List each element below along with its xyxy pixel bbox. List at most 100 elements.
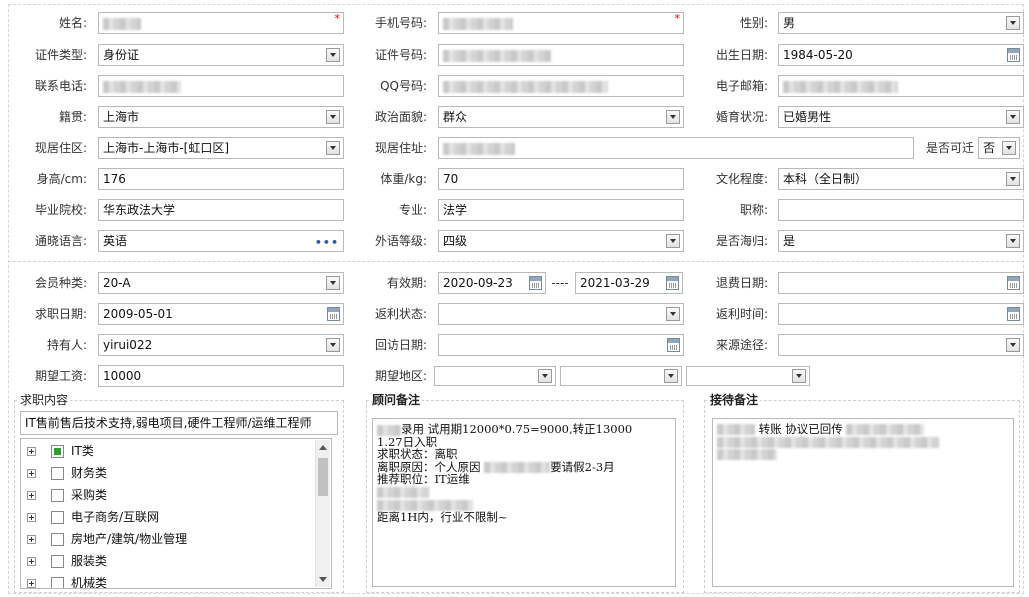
education-select[interactable]: 本科（全日制） (778, 168, 1024, 190)
address-input[interactable] (438, 137, 914, 159)
overseas-select[interactable]: 是 (778, 230, 1024, 252)
dropdown-arrow-icon[interactable] (326, 338, 340, 352)
expand-plus-icon[interactable] (27, 513, 36, 522)
dropdown-arrow-icon[interactable] (666, 234, 680, 248)
rebate-status-label: 返利状态: (374, 307, 427, 321)
relocate-label: 是否可迁 (925, 141, 974, 155)
rebate-time-input[interactable] (778, 303, 1024, 325)
mobile-input[interactable]: * (438, 12, 684, 34)
dropdown-arrow-icon[interactable] (666, 307, 680, 321)
rebate-status-select[interactable] (438, 303, 684, 325)
calendar-icon[interactable] (1007, 276, 1020, 290)
phone-input[interactable] (98, 75, 344, 97)
checkbox[interactable] (51, 577, 64, 588)
district-value: 上海市-上海市-[虹口区] (103, 141, 230, 155)
checkbox[interactable] (51, 555, 64, 568)
dropdown-arrow-icon[interactable] (1006, 234, 1020, 248)
member-type-select[interactable]: 20-A (98, 272, 344, 294)
dropdown-arrow-icon[interactable] (792, 369, 806, 383)
checkbox[interactable] (51, 511, 64, 524)
salary-input[interactable]: 10000 (98, 365, 344, 387)
dropdown-arrow-icon[interactable] (1006, 16, 1020, 30)
dropdown-arrow-icon[interactable] (666, 110, 680, 124)
advisor-notes-textarea[interactable]: 录用 试用期12000*0.75=9000,转正13000 1.27日入职 求职状态… (372, 418, 676, 587)
tree-item-label: IT类 (71, 444, 94, 458)
dropdown-arrow-icon[interactable] (326, 110, 340, 124)
name-input[interactable]: * (98, 12, 344, 34)
scroll-down-icon[interactable] (319, 577, 327, 582)
dropdown-arrow-icon[interactable] (326, 276, 340, 290)
dropdown-arrow-icon[interactable] (664, 369, 678, 383)
id-type-select[interactable]: 身份证 (98, 44, 344, 66)
scroll-up-icon[interactable] (319, 445, 327, 450)
checkbox[interactable] (51, 445, 64, 458)
job-summary-input[interactable]: IT售前售后技术支持,弱电项目,硬件工程师/运维工程师 (20, 411, 338, 435)
title-input[interactable] (778, 199, 1024, 221)
scroll-thumb[interactable] (318, 458, 328, 496)
expand-plus-icon[interactable] (27, 469, 36, 478)
reception-text: 转账 协议已回传 (758, 422, 843, 436)
calendar-icon[interactable] (1007, 307, 1020, 321)
dropdown-arrow-icon[interactable] (1006, 172, 1020, 186)
area-label: 期望地区: (374, 369, 427, 383)
area-province-select[interactable] (434, 366, 556, 386)
calendar-icon[interactable] (529, 276, 542, 290)
expand-plus-icon[interactable] (27, 557, 36, 566)
calendar-icon[interactable] (1007, 48, 1020, 62)
job-date-input[interactable]: 2009-05-01 (98, 303, 344, 325)
visit-date-input[interactable] (438, 334, 684, 356)
redacted-text (717, 436, 939, 448)
ellipsis-icon[interactable]: ••• (315, 233, 339, 251)
native-select[interactable]: 上海市 (98, 106, 344, 128)
area-city-select[interactable] (560, 366, 682, 386)
dropdown-arrow-icon[interactable] (326, 48, 340, 62)
mobile-label: 手机号码: (374, 16, 427, 30)
reception-notes-textarea[interactable]: 转账 协议已回传 (712, 418, 1014, 587)
qq-input[interactable] (438, 75, 684, 97)
checkbox[interactable] (51, 533, 64, 546)
dropdown-arrow-icon[interactable] (1006, 110, 1020, 124)
calendar-icon[interactable] (667, 338, 680, 352)
district-select[interactable]: 上海市-上海市-[虹口区] (98, 137, 344, 159)
redacted-text (717, 424, 755, 435)
height-label: 身高/cm: (36, 172, 87, 186)
calendar-icon[interactable] (666, 276, 679, 290)
dropdown-arrow-icon[interactable] (326, 141, 340, 155)
holder-select[interactable]: yirui022 (98, 334, 344, 356)
valid-to-input[interactable]: 2021-03-29 (575, 272, 683, 294)
dropdown-arrow-icon[interactable] (1006, 338, 1020, 352)
id-no-input[interactable] (438, 44, 684, 66)
job-date-value: 2009-05-01 (103, 307, 173, 321)
expand-plus-icon[interactable] (27, 535, 36, 544)
dropdown-arrow-icon[interactable] (1002, 141, 1016, 155)
birth-date-input[interactable]: 1984-05-20 (778, 44, 1024, 66)
language-input[interactable]: 英语 ••• (98, 230, 344, 252)
valid-from-input[interactable]: 2020-09-23 (438, 272, 546, 294)
height-value: 176 (103, 172, 126, 186)
checkbox[interactable] (51, 489, 64, 502)
dropdown-arrow-icon[interactable] (538, 369, 552, 383)
marital-select[interactable]: 已婚男性 (778, 106, 1024, 128)
expand-plus-icon[interactable] (27, 491, 36, 500)
job-category-tree[interactable]: IT类 财务类 采购类 电子商务/互联网 房地产/建筑/物业管理 服装类 机械类 (20, 438, 332, 589)
calendar-icon[interactable] (327, 307, 340, 321)
email-input[interactable] (778, 75, 1024, 97)
tree-scrollbar[interactable] (315, 440, 330, 587)
area-district-select[interactable] (686, 366, 810, 386)
lang-level-select[interactable]: 四级 (438, 230, 684, 252)
checkbox[interactable] (51, 467, 64, 480)
school-label: 毕业院校: (34, 203, 87, 217)
major-input[interactable]: 法学 (438, 199, 684, 221)
gender-select[interactable]: 男 (778, 12, 1024, 34)
overseas-label: 是否海归: (715, 234, 768, 248)
refund-date-input[interactable] (778, 272, 1024, 294)
source-select[interactable] (778, 334, 1024, 356)
relocate-select[interactable]: 否 (978, 137, 1020, 159)
politics-select[interactable]: 群众 (438, 106, 684, 128)
school-input[interactable]: 华东政法大学 (98, 199, 344, 221)
height-input[interactable]: 176 (98, 168, 344, 190)
weight-input[interactable]: 70 (438, 168, 684, 190)
expand-plus-icon[interactable] (27, 579, 36, 588)
id-no-label: 证件号码: (374, 48, 427, 62)
expand-plus-icon[interactable] (27, 447, 36, 456)
